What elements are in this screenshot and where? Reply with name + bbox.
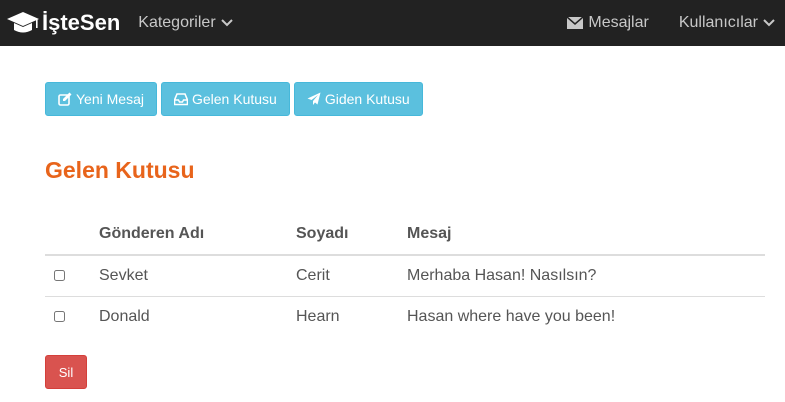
- brand-link[interactable]: İşteSen: [6, 10, 120, 36]
- row-checkbox[interactable]: [54, 270, 65, 282]
- graduation-cap-icon: [7, 12, 39, 33]
- row-checkbox[interactable]: [54, 311, 65, 323]
- categories-label: Kategoriler: [138, 14, 216, 31]
- message-toolbar: Yeni Mesaj Gelen Kutusu Giden Kutusu: [45, 82, 423, 116]
- users-label: Kullanıcılar: [678, 14, 758, 31]
- users-dropdown[interactable]: Kullanıcılar: [679, 14, 775, 32]
- navbar: İşteSen Kategoriler Mesajlar Kullanıcıla…: [0, 0, 785, 46]
- delete-button[interactable]: Sil: [45, 355, 87, 389]
- sender-name-cell: Sevket: [99, 254, 296, 297]
- surname-header: Soyadı: [296, 214, 407, 256]
- new-message-label: Yeni Mesaj: [76, 91, 144, 107]
- table-header-row: Gönderen Adı Soyadı Mesaj: [45, 214, 765, 256]
- categories-dropdown[interactable]: Kategoriler: [138, 14, 233, 32]
- inbox-label: Gelen Kutusu: [191, 91, 277, 107]
- nav-right: Mesajlar Kullanıcılar: [567, 14, 775, 32]
- inbox-button[interactable]: Gelen Kutusu: [160, 82, 290, 116]
- chevron-down-icon: [220, 19, 233, 27]
- surname-cell: Hearn: [296, 296, 407, 337]
- paper-plane-icon: [307, 92, 321, 105]
- inbox-icon: [173, 93, 188, 106]
- inbox-table: Gönderen Adı Soyadı Mesaj Sevket Cerit M…: [45, 214, 765, 337]
- select-column-header: [45, 214, 99, 256]
- message-header: Mesaj: [407, 214, 765, 256]
- envelope-icon: [567, 17, 584, 29]
- select-cell: [45, 296, 99, 337]
- messages-label: Mesajlar: [588, 14, 649, 31]
- message-cell: Merhaba Hasan! Nasılsın?: [407, 254, 765, 297]
- table-row[interactable]: Donald Hearn Hasan where have you been!: [45, 296, 765, 337]
- messages-link[interactable]: Mesajlar: [567, 14, 649, 32]
- select-cell: [45, 254, 99, 297]
- message-cell: Hasan where have you been!: [407, 296, 765, 337]
- new-message-button[interactable]: Yeni Mesaj: [45, 82, 157, 116]
- brand-name: İşteSen: [42, 10, 121, 35]
- edit-icon: [58, 92, 72, 106]
- surname-cell: Cerit: [296, 254, 407, 297]
- chevron-down-icon: [763, 19, 775, 27]
- sender-name-cell: Donald: [99, 296, 296, 337]
- outbox-label: Giden Kutusu: [324, 91, 410, 107]
- table-row[interactable]: Sevket Cerit Merhaba Hasan! Nasılsın?: [45, 254, 765, 297]
- page-title: Gelen Kutusu: [45, 157, 195, 183]
- outbox-button[interactable]: Giden Kutusu: [293, 82, 423, 116]
- sender-name-header: Gönderen Adı: [99, 214, 296, 256]
